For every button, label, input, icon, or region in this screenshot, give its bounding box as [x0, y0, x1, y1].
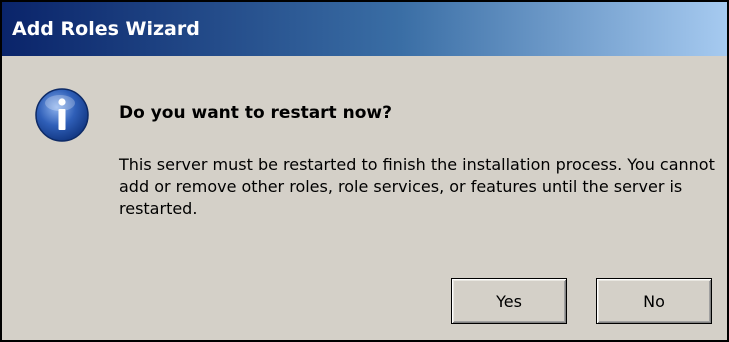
info-icon [35, 88, 89, 142]
dialog-heading: Do you want to restart now? [119, 103, 392, 123]
window-title: Add Roles Wizard [12, 18, 200, 40]
yes-button[interactable]: Yes [451, 278, 567, 324]
no-button[interactable]: No [596, 278, 712, 324]
dialog-window: Add Roles Wizard Do you want to restart … [0, 0, 729, 342]
title-bar[interactable]: Add Roles Wizard [2, 2, 727, 56]
dialog-message: This server must be restarted to finish … [119, 155, 715, 218]
